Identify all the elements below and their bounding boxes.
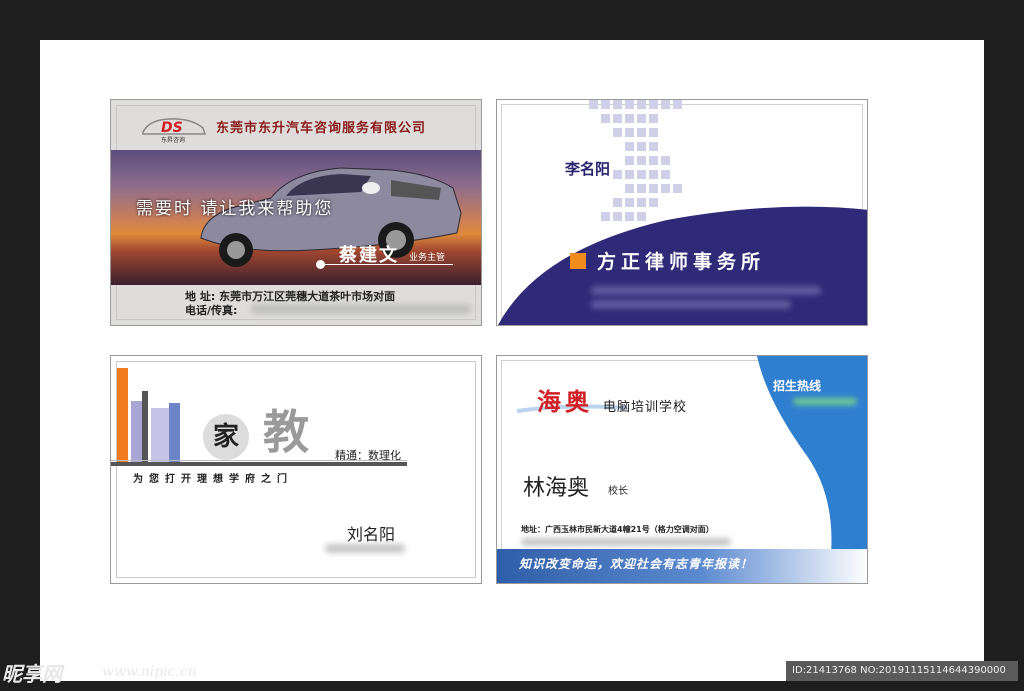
slogan: 需要时 请让我来帮助您 [136, 199, 334, 219]
company-name: 东莞市东升汽车咨询服务有限公司 [216, 121, 427, 136]
blurred-contact [325, 544, 405, 553]
person-name: 蔡建文 [339, 245, 399, 266]
hotline-label: 招生热线 [773, 379, 822, 393]
blurred-contact [521, 538, 731, 546]
logo-text: DS [161, 120, 183, 136]
char-jiao: 教 [263, 405, 309, 459]
business-card-tutoring: 家 教 精通：数理化 为您打开理想学府之门 刘名阳 [110, 355, 482, 584]
person-name: 李名阳 [565, 160, 611, 178]
person-title: 业务主管 [409, 253, 446, 263]
business-card-law-firm: 李名阳 方正律师事务所 [496, 99, 868, 326]
firm-name: 方正律师事务所 [597, 251, 766, 273]
char-jia: 家 [203, 414, 249, 460]
phone-label: 电话/传真: [185, 304, 238, 317]
watermark-url: www.nipic.cn [102, 664, 197, 680]
person-name: 刘名阳 [347, 525, 396, 544]
footer-slogan: 知识改变命运，欢迎社会有志青年报读！ [519, 557, 754, 571]
divider [111, 462, 407, 466]
blurred-hotline [793, 398, 857, 405]
bar-lilac [131, 401, 142, 463]
person-name: 林海奥 [523, 476, 590, 501]
blurred-contact-2 [591, 300, 791, 309]
business-card-computer-school: 海奥 电脑培训学校 招生热线 林海奥 校长 地址：广西玉林市民新大道4幢21号（… [496, 355, 868, 584]
bar-gray [142, 391, 148, 463]
phone: 电话/传真: [185, 302, 237, 318]
blurred-phone [251, 304, 471, 314]
bar-blue [169, 403, 180, 463]
person-title: 校长 [608, 486, 628, 497]
logo-sub: 东昇咨询 [161, 136, 185, 144]
ds-logo-icon: DS 东昇咨询 [142, 118, 207, 144]
orange-square-icon [570, 253, 586, 269]
blurred-contact [591, 286, 821, 295]
brand-name: 海奥 [537, 387, 593, 416]
motto: 为您打开理想学府之门 [133, 474, 293, 485]
bar-orange [117, 368, 128, 463]
watermark-logo: 昵享网 [2, 662, 62, 686]
address: 地址：广西玉林市民新大道4幢21号（格力空调对面） [521, 525, 714, 534]
business-card-car-consulting: DS 东昇咨询 东莞市东升汽车咨询服务有限公司 需要时 请让我来帮助您 蔡建文 … [110, 99, 482, 326]
bar-light [151, 408, 169, 463]
address-value: 东莞市万江区莞穗大道茶叶市场对面 [219, 290, 396, 303]
school-name: 电脑培训学校 [603, 400, 688, 415]
divider-thin [111, 460, 407, 461]
image-id: ID:21413768 NO:20191115114644390000 [786, 661, 1018, 681]
